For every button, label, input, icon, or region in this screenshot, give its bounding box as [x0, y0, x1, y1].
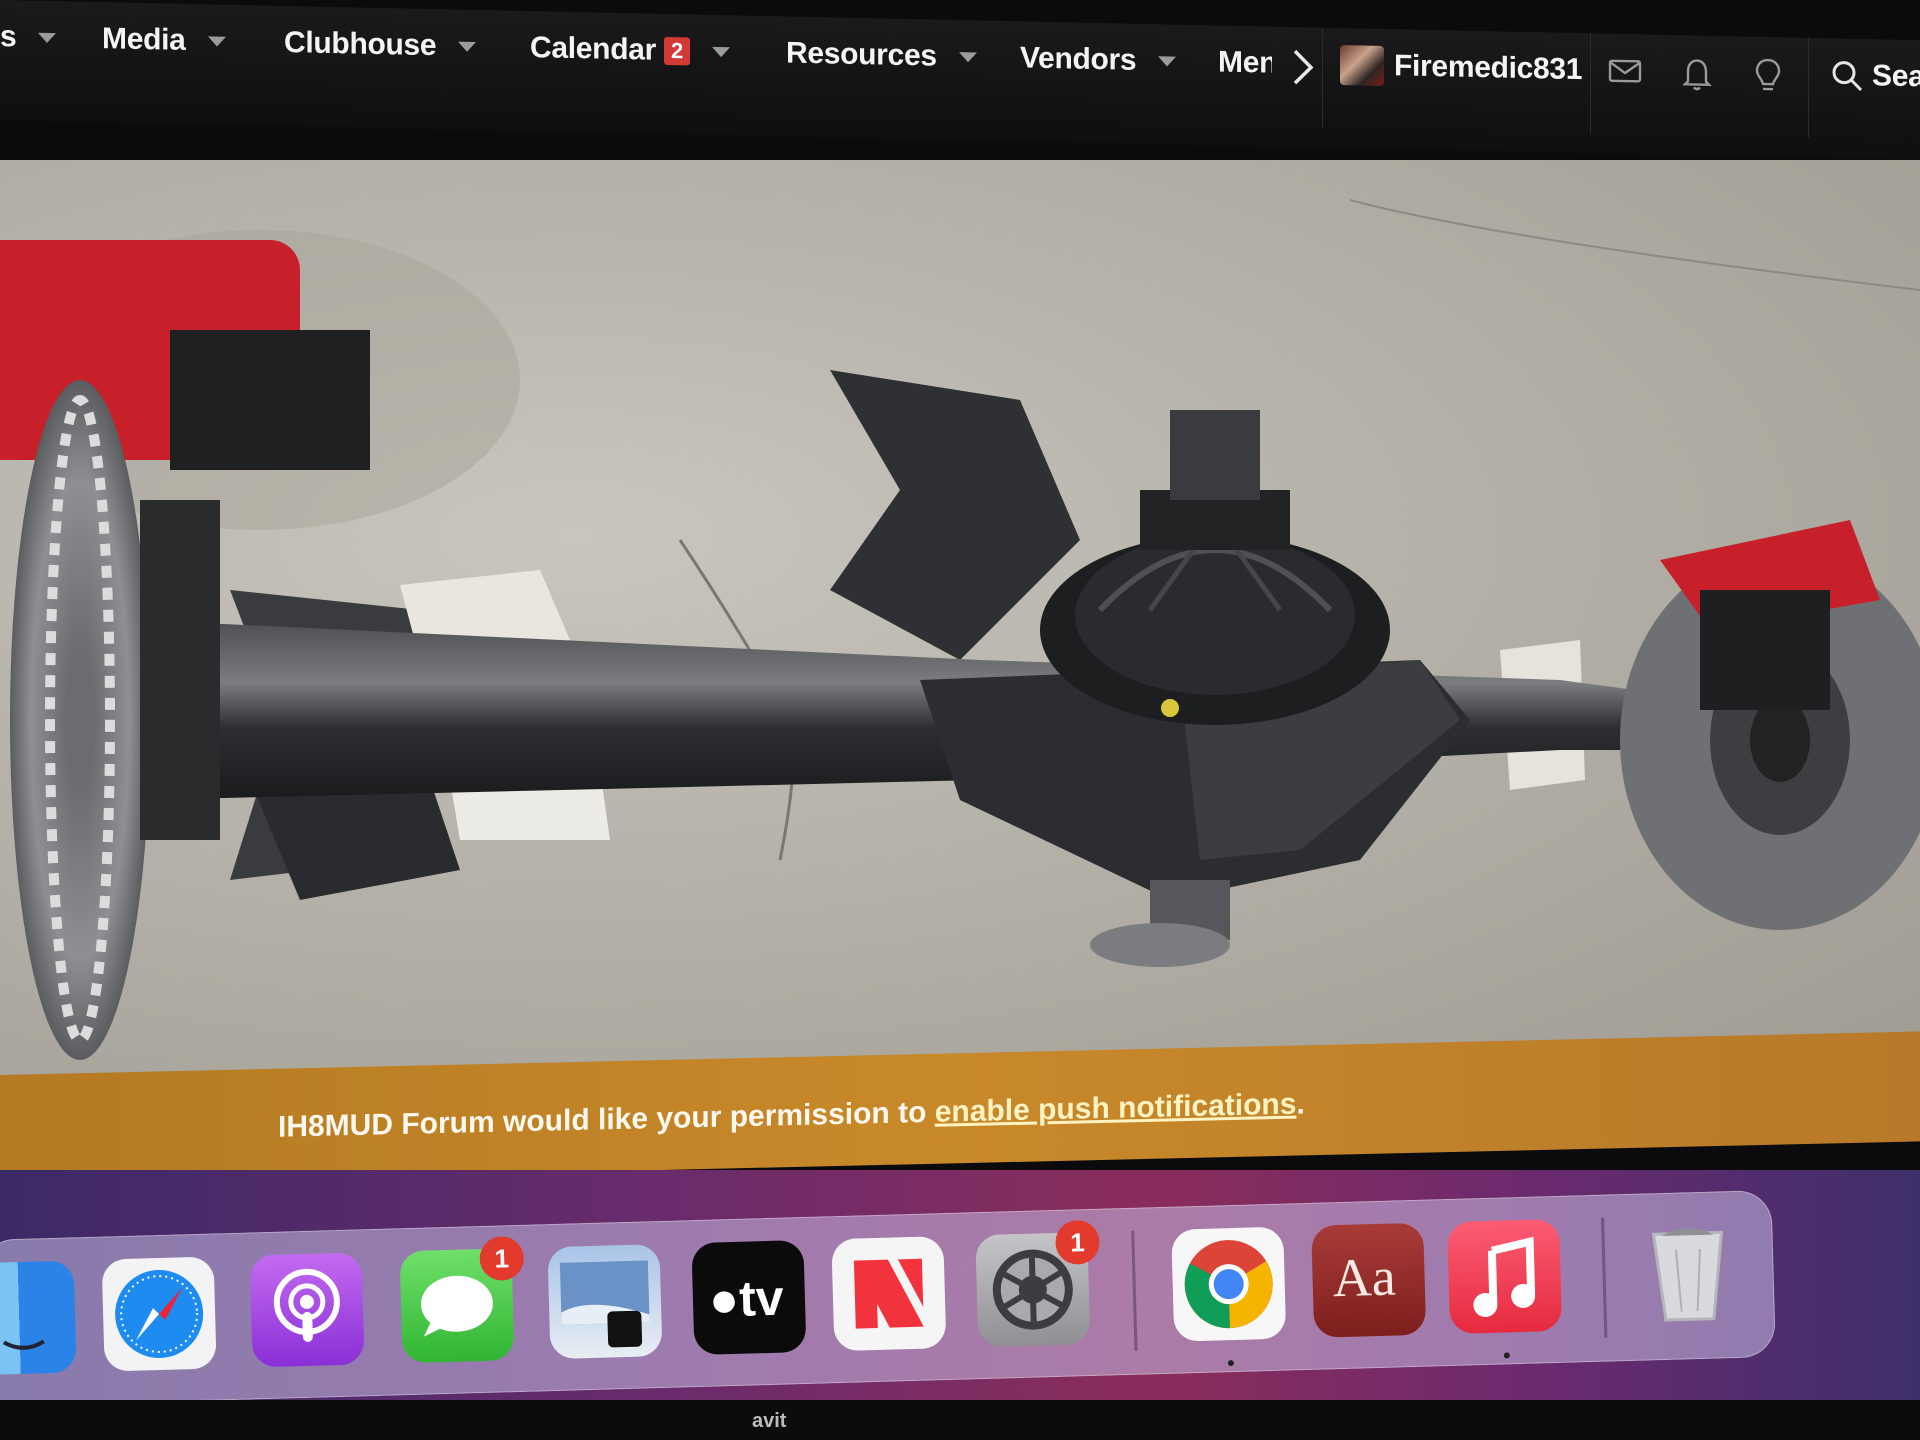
username-label: Firemedic831	[1394, 49, 1583, 87]
dictionary-label: Aa	[1331, 1246, 1397, 1309]
nav-item-label: Calendar	[530, 31, 656, 67]
push-banner-message: IH8MUD Forum would like your permission …	[278, 1087, 1305, 1144]
music-icon[interactable]	[1447, 1218, 1563, 1359]
bezel-label: avit	[752, 1410, 787, 1432]
safari-icon[interactable]	[101, 1256, 217, 1372]
finder-icon[interactable]	[0, 1260, 77, 1376]
caret-down-icon[interactable]	[458, 41, 477, 52]
push-banner-text: IH8MUD Forum would like your permission …	[278, 1095, 935, 1144]
nav-item-vendors[interactable]: Vendors	[1020, 33, 1177, 86]
calendar-count-badge: 2	[663, 36, 690, 66]
envelope-icon[interactable]	[1608, 56, 1642, 92]
screen-bezel	[0, 1400, 1920, 1440]
search-icon	[1832, 61, 1863, 92]
nav-item-clubhouse[interactable]: Clubhouse	[284, 18, 477, 72]
hero-image	[0, 160, 1920, 1100]
system-settings-icon[interactable]: 1	[975, 1219, 1101, 1348]
axle-photo	[0, 199, 1920, 1060]
nav-item-label: Media	[102, 22, 186, 57]
podcasts-icon[interactable]	[249, 1252, 365, 1368]
nav-item-calendar[interactable]: Calendar 2	[530, 23, 730, 77]
apple-tv-icon[interactable]: ●tv	[691, 1240, 807, 1356]
avatar	[1340, 45, 1384, 86]
nav-item-label: Clubhouse	[284, 25, 437, 63]
nav-divider	[1590, 33, 1591, 134]
nav-item-members[interactable]: Men	[1218, 38, 1272, 89]
dictionary-icon[interactable]: Aa	[1311, 1222, 1427, 1338]
nav-item-media[interactable]: Media	[102, 14, 226, 67]
user-menu[interactable]: Firemedic831	[1340, 40, 1582, 95]
nav-item-label: s	[0, 20, 17, 54]
nav-divider	[1322, 27, 1323, 128]
nav-divider	[1808, 37, 1809, 138]
news-icon[interactable]	[831, 1236, 947, 1352]
search-button[interactable]: Sea	[1830, 50, 1920, 102]
caret-down-icon[interactable]	[711, 46, 730, 58]
dock-divider	[1601, 1217, 1608, 1338]
running-indicator	[1227, 1360, 1235, 1367]
chrome-icon[interactable]	[1171, 1226, 1287, 1367]
enable-push-link[interactable]: enable push notifications	[935, 1088, 1297, 1129]
caret-down-icon[interactable]	[1158, 56, 1177, 67]
lightbulb-icon[interactable]	[1754, 57, 1782, 103]
settings-badge: 1	[1054, 1219, 1101, 1265]
dock-divider	[1131, 1230, 1138, 1351]
nav-item-label: Vendors	[1020, 41, 1137, 77]
nav-item-prev[interactable]: s	[0, 12, 57, 63]
chevron-right-icon[interactable]	[1290, 47, 1316, 93]
preview-icon[interactable]	[547, 1244, 663, 1360]
apple-tv-label: tv	[738, 1269, 785, 1327]
trash-icon[interactable]	[1631, 1214, 1746, 1329]
nav-item-label: Resources	[786, 36, 937, 73]
caret-down-icon[interactable]	[38, 32, 57, 44]
bell-icon[interactable]	[1682, 55, 1712, 97]
running-indicator	[1503, 1352, 1510, 1359]
nav-item-resources[interactable]: Resources	[786, 28, 977, 82]
messages-icon[interactable]: 1	[399, 1235, 525, 1364]
nav-item-label: Men	[1218, 45, 1272, 80]
search-label: Sea	[1872, 59, 1920, 94]
forum-nav-bar: s Media Clubhouse Calendar 2 Resources V…	[0, 0, 1920, 161]
push-banner-punctuation: .	[1296, 1087, 1305, 1121]
caret-down-icon[interactable]	[207, 36, 226, 47]
caret-down-icon[interactable]	[958, 52, 977, 63]
messages-badge: 1	[479, 1235, 525, 1282]
